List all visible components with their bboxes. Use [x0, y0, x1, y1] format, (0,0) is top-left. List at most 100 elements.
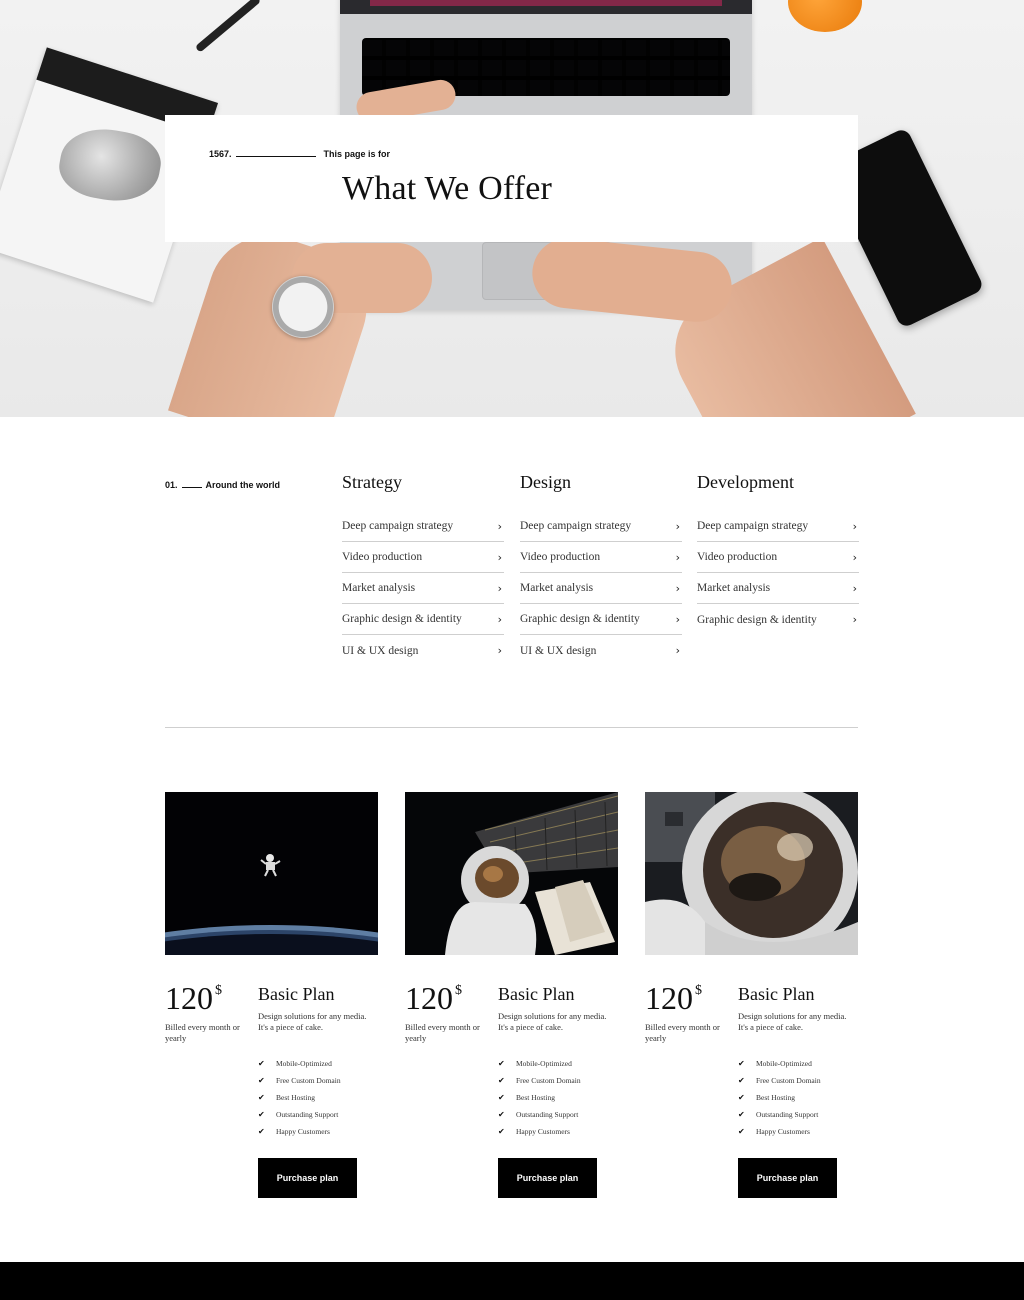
laptop-screen [340, 0, 752, 14]
plan-name: Basic Plan [738, 984, 815, 1004]
feature-label: Best Hosting [276, 1093, 315, 1102]
services-column-design: Design Deep campaign strategy › Video pro… [520, 472, 682, 666]
wristwatch [272, 276, 334, 338]
service-label: Video production [342, 551, 423, 563]
service-label: Market analysis [520, 582, 594, 594]
feature-label: Outstanding Support [276, 1110, 339, 1119]
price-currency: $ [695, 983, 702, 998]
hero-meta: 1567. This page is for [209, 149, 390, 159]
services-section: 01. Around the world Strategy Deep campa… [0, 417, 1024, 737]
purchase-plan-button[interactable]: Purchase plan [738, 1158, 837, 1198]
service-link[interactable]: Market analysis › [697, 573, 859, 604]
service-link[interactable]: UI & UX design › [520, 635, 682, 666]
column-title: Strategy [342, 472, 402, 492]
services-subtitle: Around the world [205, 480, 281, 490]
feature-item: ✔ Happy Customers [498, 1123, 581, 1140]
service-label: Deep campaign strategy [342, 520, 454, 532]
service-label: Graphic design & identity [697, 613, 817, 626]
price-value: 120 [645, 980, 693, 1016]
price-currency: $ [455, 983, 462, 998]
plan-name: Basic Plan [498, 984, 575, 1004]
service-label: Video production [697, 551, 778, 563]
feature-item: ✔ Mobile-Optimized [258, 1055, 341, 1072]
price-value: 120 [165, 980, 213, 1016]
pricing-card: 120 $ Billed every month or yearly Basic … [405, 792, 618, 1198]
services-column-strategy: Strategy Deep campaign strategy › Video p… [342, 472, 504, 666]
service-label: Graphic design & identity [342, 613, 462, 625]
check-icon: ✔ [738, 1076, 745, 1085]
chevron-right-icon: › [852, 550, 857, 564]
service-label: Market analysis [697, 582, 771, 594]
check-icon: ✔ [258, 1110, 265, 1119]
services-meta: 01. Around the world [165, 480, 280, 490]
chevron-right-icon: › [852, 613, 857, 626]
plan-description: Design solutions for any media. It's a p… [258, 1011, 367, 1032]
plan-price: 120 $ [165, 982, 222, 1014]
service-link[interactable]: Video production › [520, 542, 682, 573]
feature-label: Free Custom Domain [516, 1076, 581, 1085]
check-icon: ✔ [258, 1076, 265, 1085]
hero-meta-line [235, 155, 316, 157]
billing-note: Billed every month or yearly [405, 1022, 480, 1043]
feature-label: Outstanding Support [756, 1110, 819, 1119]
feature-item: ✔ Happy Customers [738, 1123, 821, 1140]
service-link[interactable]: Video production › [697, 542, 859, 573]
service-label: Graphic design & identity [520, 613, 640, 625]
chevron-right-icon: › [852, 581, 857, 595]
service-link[interactable]: Graphic design & identity › [342, 604, 504, 635]
service-label: UI & UX design [342, 644, 419, 657]
purchase-plan-button[interactable]: Purchase plan [258, 1158, 357, 1198]
services-number: 01. [165, 480, 178, 490]
feature-label: Outstanding Support [516, 1110, 579, 1119]
feature-item: ✔ Happy Customers [258, 1123, 341, 1140]
service-link[interactable]: Market analysis › [520, 573, 682, 604]
feature-label: Happy Customers [756, 1127, 810, 1136]
feature-item: ✔ Best Hosting [258, 1089, 341, 1106]
feature-label: Best Hosting [516, 1093, 555, 1102]
feature-item: ✔ Free Custom Domain [498, 1072, 581, 1089]
services-meta-line [181, 486, 202, 488]
feature-item: ✔ Mobile-Optimized [498, 1055, 581, 1072]
service-link[interactable]: Video production › [342, 542, 504, 573]
feature-label: Mobile-Optimized [516, 1059, 572, 1068]
plan-price: 120 $ [645, 982, 702, 1014]
plan-image [405, 792, 618, 955]
service-link[interactable]: Deep campaign strategy › [342, 511, 504, 542]
page-title: What We Offer [342, 170, 553, 207]
section-divider [165, 727, 858, 728]
feature-item: ✔ Mobile-Optimized [738, 1055, 821, 1072]
feature-item: ✔ Outstanding Support [498, 1106, 581, 1123]
chevron-right-icon: › [497, 550, 502, 564]
service-link[interactable]: Deep campaign strategy › [697, 511, 859, 542]
check-icon: ✔ [498, 1093, 505, 1102]
chevron-right-icon: › [675, 612, 680, 626]
chevron-right-icon: › [675, 550, 680, 564]
plan-description: Design solutions for any media. It's a p… [738, 1011, 847, 1032]
check-icon: ✔ [258, 1127, 265, 1136]
feature-item: ✔ Free Custom Domain [258, 1072, 341, 1089]
service-link[interactable]: Graphic design & identity › [520, 604, 682, 635]
feature-label: Free Custom Domain [756, 1076, 821, 1085]
service-link[interactable]: Market analysis › [342, 573, 504, 604]
astronaut-spacewalk-image [405, 792, 618, 955]
purchase-plan-button[interactable]: Purchase plan [498, 1158, 597, 1198]
feature-list: ✔ Mobile-Optimized ✔ Free Custom Domain ✔ B… [258, 1055, 341, 1140]
astronaut-floating-image [165, 792, 378, 955]
chevron-right-icon: › [497, 581, 502, 595]
feature-label: Happy Customers [516, 1127, 570, 1136]
chevron-right-icon: › [675, 644, 680, 657]
check-icon: ✔ [498, 1076, 505, 1085]
service-label: UI & UX design [520, 644, 597, 657]
hero-title-card: 1567. This page is for What We Offer [165, 115, 858, 242]
check-icon: ✔ [738, 1093, 745, 1102]
chevron-right-icon: › [497, 612, 502, 626]
service-link[interactable]: UI & UX design › [342, 635, 504, 666]
pricing-card: 120 $ Billed every month or yearly Basic … [645, 792, 858, 1198]
service-label: Deep campaign strategy [520, 520, 632, 532]
column-title: Design [520, 472, 571, 492]
service-link[interactable]: Deep campaign strategy › [520, 511, 682, 542]
service-link[interactable]: Graphic design & identity › [697, 604, 859, 635]
chevron-right-icon: › [497, 519, 502, 533]
feature-item: ✔ Best Hosting [738, 1089, 821, 1106]
price-currency: $ [215, 983, 222, 998]
